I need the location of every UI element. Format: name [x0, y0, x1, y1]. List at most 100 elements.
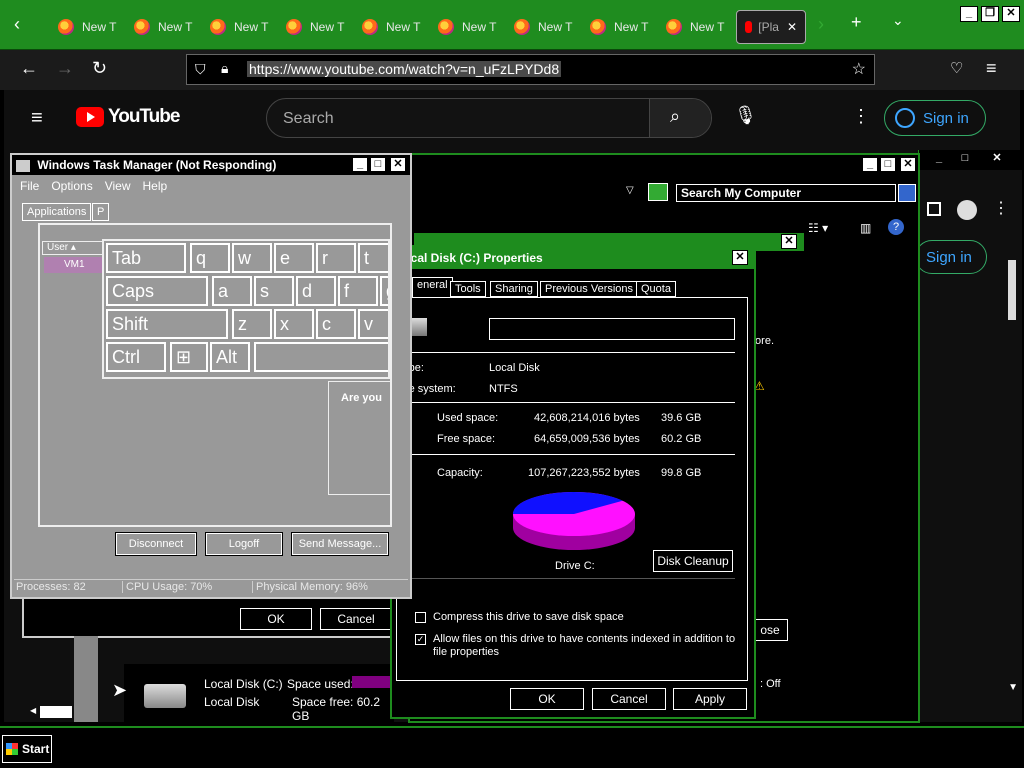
compress-checkbox[interactable] — [415, 612, 426, 623]
close-icon[interactable]: ✕ — [781, 234, 797, 249]
tab-new-tab[interactable]: New T — [666, 10, 724, 44]
scrollbar-thumb[interactable] — [1008, 260, 1016, 320]
key-z[interactable]: z — [232, 309, 272, 339]
properties-tab[interactable]: eneral — [412, 277, 453, 297]
send-message-button[interactable]: Send Message... — [291, 532, 389, 556]
search-button[interactable]: ⌕ — [649, 99, 711, 137]
key-e[interactable]: e — [274, 243, 314, 273]
tab-scroll-right-icon[interactable]: › — [818, 14, 824, 35]
tab-applications[interactable]: Applications — [22, 203, 92, 221]
tab-new-tab[interactable]: New T — [362, 10, 420, 44]
key-s[interactable]: s — [254, 276, 294, 306]
key-f[interactable]: f — [338, 276, 378, 306]
bookmark-star-icon[interactable]: ☆ — [852, 59, 866, 79]
properties-tab[interactable]: Tools — [450, 281, 486, 297]
url-text[interactable]: https://www.youtube.com/watch?v=n_uFzLPY… — [247, 61, 562, 77]
tab-new-tab[interactable]: New T — [514, 10, 572, 44]
url-bar[interactable]: ⛉ 🔒︎ https://www.youtube.com/watch?v=n_u… — [186, 54, 875, 85]
search-my-computer-field[interactable]: Search My Computer — [676, 184, 896, 202]
tab-new-tab[interactable]: New T — [58, 10, 116, 44]
avatar-icon[interactable] — [957, 200, 977, 220]
menu-icon[interactable]: ≡ — [986, 58, 997, 79]
help-icon[interactable]: ? — [888, 219, 904, 235]
back-icon[interactable]: ← — [20, 58, 38, 79]
new-tab-icon[interactable]: + — [851, 12, 862, 33]
youtube-search-box[interactable]: Search ⌕ — [266, 98, 712, 138]
close-button[interactable]: ose — [751, 618, 789, 642]
tab-new-tab[interactable]: New T — [210, 10, 268, 44]
tab-new-tab[interactable]: New T — [438, 10, 496, 44]
user-row-vm1[interactable]: VM1 — [44, 257, 102, 273]
theater-mode-icon[interactable] — [927, 202, 941, 216]
minimize-icon[interactable]: _ — [931, 152, 947, 167]
dropdown-icon[interactable]: ▽ — [626, 185, 634, 196]
disk-cleanup-button[interactable]: Disk Cleanup — [652, 549, 734, 573]
start-button[interactable]: Start — [2, 735, 52, 763]
maximize-icon[interactable]: □ — [370, 157, 386, 172]
views-icon[interactable]: ☷ ▾ — [808, 221, 828, 235]
close-tab-icon[interactable]: ✕ — [787, 20, 797, 34]
microphone-icon[interactable]: 🎙︎ — [734, 105, 757, 126]
restore-icon[interactable]: ❐ — [981, 6, 999, 22]
menu-options[interactable]: Options — [51, 179, 92, 193]
tab-youtube[interactable]: [Pla ✕ — [736, 10, 806, 44]
key-x[interactable]: x — [274, 309, 314, 339]
list-tabs-icon[interactable]: ⌄ — [892, 12, 904, 29]
disconnect-button[interactable]: Disconnect — [115, 532, 197, 556]
key-shift[interactable]: Shift — [106, 309, 228, 339]
key-caps[interactable]: Caps — [106, 276, 208, 306]
cancel-button[interactable]: Cancel — [591, 687, 667, 711]
ok-button[interactable]: OK — [509, 687, 585, 711]
key-c[interactable]: c — [316, 309, 356, 339]
scroll-left-icon[interactable]: ◀ — [30, 706, 36, 715]
index-checkbox[interactable]: ✓ — [415, 634, 426, 645]
user-column-header[interactable]: User ▴ — [42, 241, 104, 255]
ok-button[interactable]: OK — [239, 607, 313, 631]
more-options-icon[interactable]: ⋮ — [852, 106, 870, 127]
hamburger-menu-icon[interactable]: ≡ — [31, 107, 43, 130]
apply-button[interactable]: Apply — [672, 687, 748, 711]
maximize-icon[interactable]: □ — [957, 152, 973, 167]
key-t[interactable]: t — [358, 243, 388, 273]
close-icon[interactable]: ✕ — [1002, 6, 1020, 22]
key-tab[interactable]: Tab — [106, 243, 186, 273]
menu-help[interactable]: Help — [143, 179, 168, 193]
drive-list-item[interactable]: Local Disk (C:) Local Disk Space used: S… — [124, 664, 394, 723]
properties-tab[interactable]: Sharing — [490, 281, 538, 297]
logoff-button[interactable]: Logoff — [205, 532, 283, 556]
sign-in-button-2[interactable]: Sign in — [915, 240, 987, 274]
sign-in-button[interactable]: Sign in — [884, 100, 986, 136]
pocket-icon[interactable]: ♡ — [950, 59, 963, 77]
close-icon[interactable]: ✕ — [900, 157, 916, 172]
left-scrollbar[interactable] — [74, 636, 98, 722]
close-icon[interactable]: ✕ — [732, 250, 748, 265]
key-alt[interactable]: Alt — [210, 342, 250, 372]
key-g[interactable]: g — [380, 276, 388, 306]
properties-tab[interactable]: Quota — [636, 281, 676, 297]
forward-icon[interactable]: → — [56, 58, 74, 79]
close-icon[interactable]: ✕ — [989, 152, 1005, 167]
menu-view[interactable]: View — [105, 179, 131, 193]
tab-new-tab[interactable]: New T — [590, 10, 648, 44]
key-ctrl[interactable]: Ctrl — [106, 342, 166, 372]
maximize-icon[interactable]: □ — [880, 157, 896, 172]
search-icon[interactable] — [898, 184, 916, 202]
scroll-down-icon[interactable]: ▼ — [1008, 682, 1018, 693]
menu-file[interactable]: File — [20, 179, 39, 193]
tab-scroll-left-icon[interactable]: ‹ — [14, 14, 20, 35]
folders-icon[interactable]: ▥ — [860, 221, 871, 235]
search-input[interactable]: Search — [283, 110, 334, 128]
properties-tab[interactable]: Previous Versions — [540, 281, 639, 297]
drive-label-input[interactable] — [489, 318, 735, 340]
close-icon[interactable]: ✕ — [390, 157, 406, 172]
shield-icon[interactable]: ⛉ — [195, 61, 206, 78]
tab-new-tab[interactable]: New T — [286, 10, 344, 44]
key-q[interactable]: q — [190, 243, 230, 273]
key-d[interactable]: d — [296, 276, 336, 306]
key-w[interactable]: w — [232, 243, 272, 273]
key-r[interactable]: r — [316, 243, 356, 273]
reload-icon[interactable]: ↻ — [92, 58, 107, 79]
key-windows[interactable]: ⊞ — [170, 342, 208, 372]
youtube-logo[interactable]: YouTube — [76, 106, 180, 128]
cancel-button[interactable]: Cancel — [319, 607, 393, 631]
